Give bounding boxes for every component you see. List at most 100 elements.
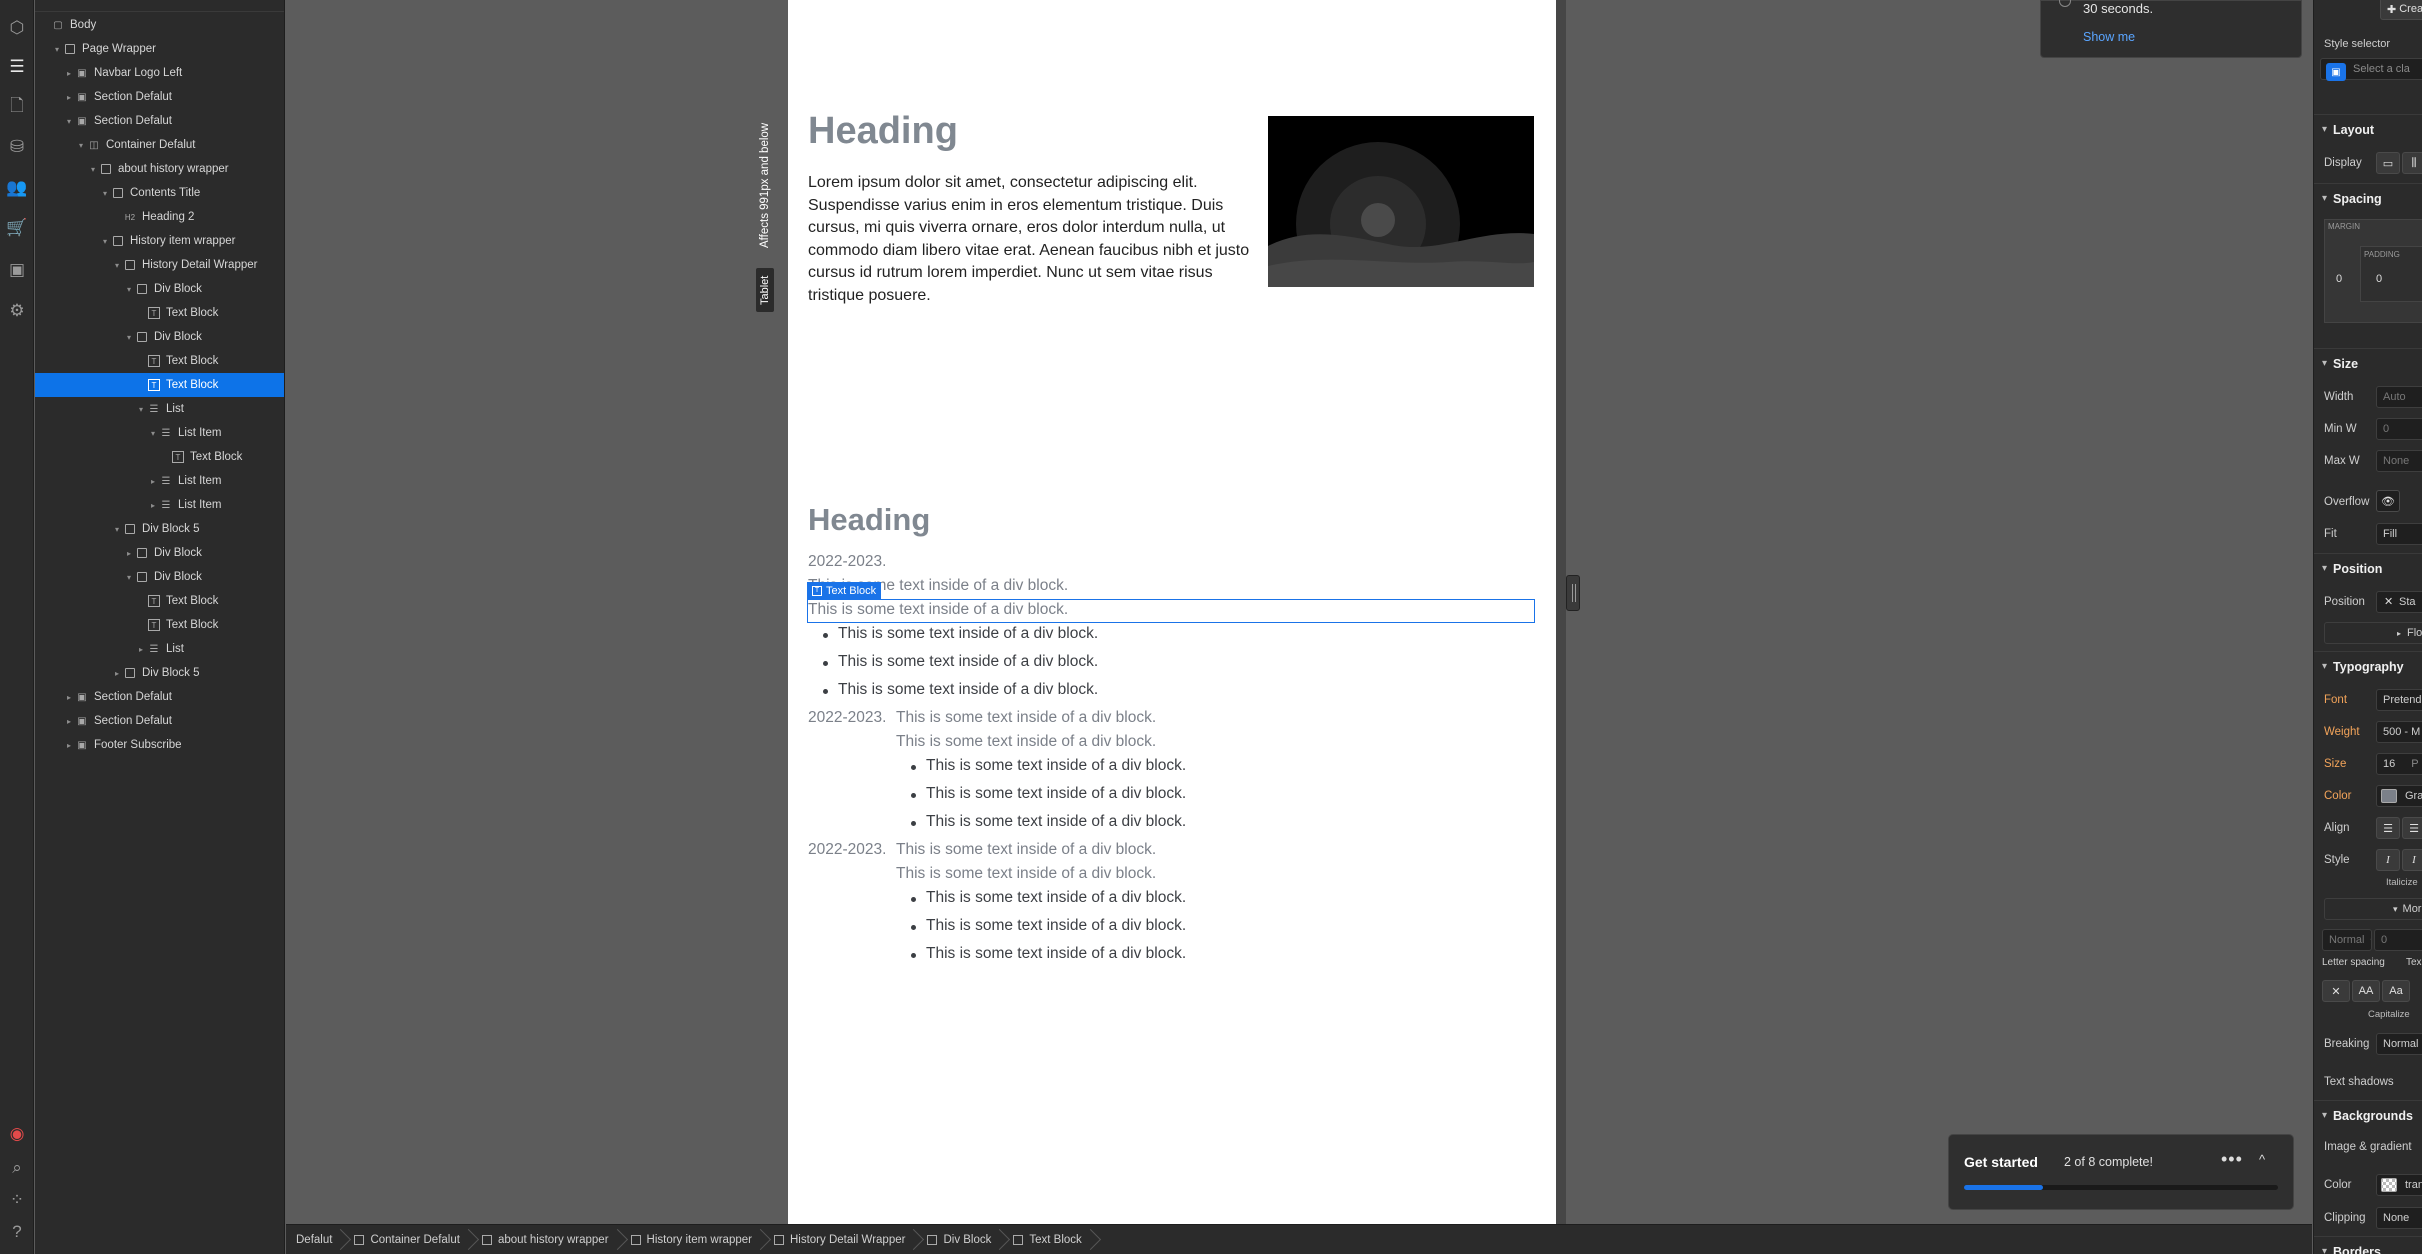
selected-element-badge[interactable]: T Text Block bbox=[807, 582, 882, 599]
capitalize-button[interactable]: Aa bbox=[2382, 980, 2410, 1002]
caret-right-icon[interactable]: ▸ bbox=[148, 501, 158, 510]
breakpoint-tag[interactable]: Tablet bbox=[756, 268, 774, 312]
navigator-item[interactable]: T Text Block bbox=[35, 613, 284, 637]
navigator-item[interactable]: T Text Block bbox=[35, 589, 284, 613]
hero-paragraph[interactable]: Lorem ipsum dolor sit amet, consectetur … bbox=[808, 172, 1264, 307]
caret-down-icon[interactable]: ▾ bbox=[100, 189, 110, 198]
navigator-item[interactable]: T Text Block bbox=[35, 301, 284, 325]
assets-icon[interactable]: ▣ bbox=[6, 258, 28, 280]
breadcrumb-item[interactable]: Container Defalut bbox=[344, 1225, 472, 1254]
navigator-item[interactable]: ▾ Div Block bbox=[35, 277, 284, 301]
display-flex-button[interactable]: ⫼ bbox=[2402, 152, 2422, 174]
align-center-icon[interactable]: ☰ bbox=[2402, 817, 2422, 839]
display-block-button[interactable]: ▭ bbox=[2376, 152, 2400, 174]
navigator-item[interactable]: ▾ Div Block 5 bbox=[35, 517, 284, 541]
caret-down-icon[interactable]: ▾ bbox=[124, 333, 134, 342]
hero-image[interactable] bbox=[1268, 116, 1534, 287]
navigator-item[interactable]: ▸ ▣ Navbar Logo Left bbox=[35, 61, 284, 85]
search-icon[interactable]: ⌕ bbox=[6, 1156, 28, 1178]
year-text[interactable]: 2022-2023. bbox=[808, 841, 886, 859]
navigator-item[interactable]: ▸ ▣ Section Defalut bbox=[35, 709, 284, 733]
caret-right-icon[interactable]: ▸ bbox=[136, 645, 146, 654]
caret-down-icon[interactable]: ▾ bbox=[88, 165, 98, 174]
caret-down-icon[interactable]: ▾ bbox=[112, 261, 122, 270]
navigator-item[interactable]: ▾ ▣ Section Defalut bbox=[35, 109, 284, 133]
transparent-swatch[interactable] bbox=[2381, 1178, 2397, 1192]
help-icon[interactable]: ? bbox=[6, 1220, 28, 1242]
caret-down-icon[interactable]: ▾ bbox=[100, 237, 110, 246]
ecommerce-icon[interactable]: 🛒 bbox=[6, 216, 28, 238]
more-options-icon[interactable]: ••• bbox=[2221, 1149, 2243, 1170]
spacing-section-header[interactable]: Spacing bbox=[2314, 183, 2422, 213]
list-item[interactable]: This is some text inside of a div block. bbox=[910, 757, 1186, 775]
min-width-input[interactable]: 0 bbox=[2376, 418, 2422, 440]
overflow-visible-icon[interactable]: 👁 bbox=[2376, 490, 2400, 512]
breadcrumb-item[interactable]: Div Block bbox=[917, 1225, 1003, 1254]
history-text[interactable]: This is some text inside of a div block. bbox=[896, 733, 1156, 751]
year-text[interactable]: 2022-2023. bbox=[808, 709, 886, 727]
year-text[interactable]: 2022-2023. bbox=[808, 553, 886, 571]
breaking-select[interactable]: Normal bbox=[2376, 1033, 2422, 1055]
create-button[interactable]: ✚Creat bbox=[2380, 0, 2422, 20]
collapse-icon[interactable]: ^ bbox=[2259, 1152, 2265, 1167]
caret-down-icon[interactable]: ▾ bbox=[52, 45, 62, 54]
caret-right-icon[interactable]: ▸ bbox=[64, 693, 74, 702]
caret-down-icon[interactable]: ▾ bbox=[136, 405, 146, 414]
pages-icon[interactable]: 🗋 bbox=[6, 94, 28, 116]
caret-right-icon[interactable]: ▸ bbox=[64, 717, 74, 726]
width-input[interactable]: Auto bbox=[2376, 386, 2422, 408]
breadcrumb-item[interactable]: History Detail Wrapper bbox=[764, 1225, 917, 1254]
navigator-item[interactable]: ▾ ☰ List Item bbox=[35, 421, 284, 445]
record-icon[interactable]: ◉ bbox=[6, 1122, 28, 1144]
list-item[interactable]: This is some text inside of a div block. bbox=[910, 945, 1186, 963]
caret-right-icon[interactable]: ▸ bbox=[112, 669, 122, 678]
caret-down-icon[interactable]: ▾ bbox=[112, 525, 122, 534]
letter-spacing-input[interactable]: 0 bbox=[2374, 929, 2422, 951]
transform-none-icon[interactable]: ✕ bbox=[2322, 980, 2350, 1002]
uppercase-button[interactable]: AA bbox=[2352, 980, 2380, 1002]
navigator-item[interactable]: ▸ ☰ List Item bbox=[35, 469, 284, 493]
font-select[interactable]: Pretend bbox=[2376, 689, 2422, 711]
list-item[interactable]: This is some text inside of a div block. bbox=[910, 785, 1186, 803]
italic-on-icon[interactable]: I bbox=[2402, 849, 2422, 871]
breadcrumb-item[interactable]: Text Block bbox=[1003, 1225, 1093, 1254]
list-item[interactable]: This is some text inside of a div block. bbox=[822, 625, 1098, 643]
navigator-icon[interactable]: ☰ bbox=[6, 55, 28, 77]
navigator-item[interactable]: ▸ ☰ List Item bbox=[35, 493, 284, 517]
more-type-options[interactable]: ▾ More bbox=[2324, 898, 2422, 920]
caret-right-icon[interactable]: ▸ bbox=[64, 69, 74, 78]
list-item[interactable]: This is some text inside of a div block. bbox=[910, 813, 1186, 831]
layout-section-header[interactable]: Layout bbox=[2314, 114, 2422, 144]
caret-down-icon[interactable]: ▾ bbox=[64, 117, 74, 126]
resize-handle[interactable] bbox=[1566, 575, 1580, 611]
caret-down-icon[interactable]: ▾ bbox=[124, 285, 134, 294]
history-text[interactable]: This is some text inside of a div block. bbox=[896, 709, 1156, 727]
caret-down-icon[interactable]: ▾ bbox=[76, 141, 86, 150]
navigator-item[interactable]: ▸ ☰ List bbox=[35, 637, 284, 661]
list-item[interactable]: This is some text inside of a div block. bbox=[822, 681, 1098, 699]
italic-off-icon[interactable]: I bbox=[2376, 849, 2400, 871]
navigator-item[interactable]: T Text Block bbox=[35, 445, 284, 469]
navigator-item[interactable]: H2 Heading 2 bbox=[35, 205, 284, 229]
size-section-header[interactable]: Size bbox=[2314, 348, 2422, 378]
weight-select[interactable]: 500 - M bbox=[2376, 721, 2422, 743]
navigator-item[interactable]: ▸ ▣ Section Defalut bbox=[35, 85, 284, 109]
navigator-item[interactable]: ▾ Page Wrapper bbox=[35, 37, 284, 61]
get-started-card[interactable]: Get started 2 of 8 complete! ••• ^ bbox=[1948, 1134, 2294, 1210]
breadcrumb-item[interactable]: about history wrapper bbox=[472, 1225, 621, 1254]
navigator-item[interactable]: ▸ ▣ Section Defalut bbox=[35, 685, 284, 709]
color-swatch[interactable] bbox=[2381, 789, 2397, 803]
navigator-item[interactable]: ▢ Body bbox=[35, 13, 284, 37]
navigator-item[interactable]: ▾ History Detail Wrapper bbox=[35, 253, 284, 277]
breadcrumb-item[interactable]: History item wrapper bbox=[621, 1225, 764, 1254]
navigator-item[interactable]: ▾ Div Block bbox=[35, 565, 284, 589]
history-text[interactable]: This is some text inside of a div block. bbox=[896, 865, 1156, 883]
navigator-item[interactable]: ▸ Div Block 5 bbox=[35, 661, 284, 685]
position-select[interactable]: Sta bbox=[2376, 591, 2422, 613]
add-elements-icon[interactable]: ⬡ bbox=[6, 16, 28, 38]
list-item[interactable]: This is some text inside of a div block. bbox=[822, 653, 1098, 671]
selector-element-icon[interactable]: ▣ bbox=[2326, 63, 2346, 81]
caret-right-icon[interactable]: ▸ bbox=[148, 477, 158, 486]
fit-select[interactable]: Fill bbox=[2376, 523, 2422, 545]
history-text[interactable]: This is some text inside of a div block. bbox=[896, 841, 1156, 859]
